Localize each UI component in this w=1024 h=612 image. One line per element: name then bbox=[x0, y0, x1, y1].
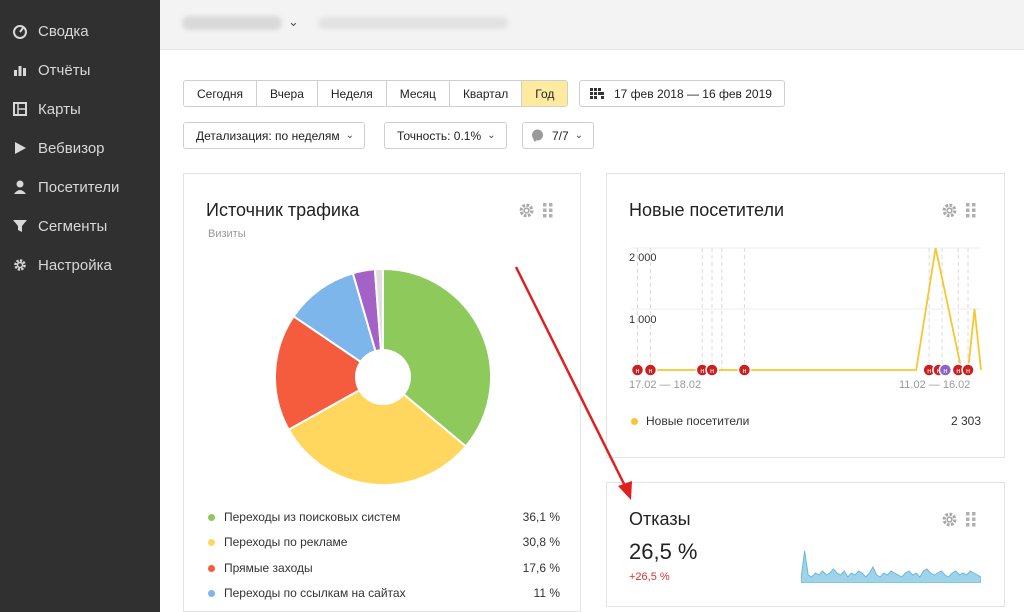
legend-dot bbox=[208, 589, 215, 597]
sidebar-item-visitors[interactable]: Посетители bbox=[0, 169, 160, 205]
legend-dot bbox=[208, 564, 215, 572]
chevron-down-icon[interactable]: ⌄ bbox=[288, 14, 299, 30]
event-marker-glyph: н bbox=[649, 368, 653, 375]
sparkline-area bbox=[801, 550, 981, 583]
accuracy-label: Точность: 0.1% bbox=[397, 128, 482, 143]
chevron-down-icon: ⌄ bbox=[574, 130, 584, 141]
date-range-label: 17 фев 2018 — 16 фев 2019 bbox=[614, 86, 772, 101]
legend-total: 2 303 bbox=[950, 414, 981, 428]
sidebar-item-maps[interactable]: Карты bbox=[0, 91, 160, 127]
filter-icon bbox=[0, 218, 38, 234]
legend-value: 30,8 % bbox=[522, 535, 560, 549]
sidebar-item-label: Отчёты bbox=[38, 61, 91, 79]
sidebar-item-label: Карты bbox=[38, 100, 81, 118]
top-bar: ⌄ bbox=[160, 0, 1024, 50]
gear-icon bbox=[0, 257, 38, 273]
sidebar: Сводка Отчёты Карты Вебвизор Посетители … bbox=[0, 0, 160, 612]
counter-selector[interactable] bbox=[182, 16, 282, 30]
legend-item: Переходы из поисковых систем 36,1 % bbox=[208, 510, 560, 524]
bar-chart-icon bbox=[0, 62, 38, 78]
legend-dot bbox=[631, 417, 638, 425]
sidebar-item-label: Сводка bbox=[38, 22, 89, 40]
sidebar-item-label: Настройка bbox=[38, 256, 112, 274]
period-selector: Сегодня Вчера Неделя Месяц Квартал Год bbox=[183, 80, 569, 107]
event-marker-glyph: н bbox=[956, 368, 960, 375]
legend-value: 11 % bbox=[533, 586, 560, 600]
sidebar-item-reports[interactable]: Отчёты bbox=[0, 52, 160, 88]
play-icon bbox=[0, 140, 38, 156]
detail-label: Детализация: по неделям bbox=[196, 128, 340, 143]
sidebar-item-webvisor[interactable]: Вебвизор bbox=[0, 130, 160, 166]
map-icon bbox=[0, 101, 38, 117]
traffic-pie-chart bbox=[274, 267, 492, 486]
legend-dot bbox=[208, 538, 215, 546]
user-icon bbox=[0, 179, 38, 195]
event-marker-glyph: н bbox=[927, 368, 931, 375]
segments-label: 7/7 bbox=[552, 128, 569, 143]
drag-handle-icon[interactable] bbox=[966, 512, 976, 527]
widget-title: Отказы bbox=[629, 509, 691, 529]
sidebar-item-label: Вебвизор bbox=[38, 139, 105, 157]
event-marker-glyph: н bbox=[700, 368, 704, 375]
detail-dropdown[interactable]: Детализация: по неделям ⌄ bbox=[183, 122, 366, 149]
period-year-button[interactable]: Год bbox=[522, 81, 568, 106]
period-month-button[interactable]: Месяц bbox=[386, 81, 450, 106]
chevron-down-icon: ⌄ bbox=[487, 130, 496, 141]
legend-label: Переходы по ссылкам на сайтах bbox=[224, 586, 406, 600]
comment-icon bbox=[532, 129, 543, 142]
x-range-end-label: 11.02 — 16.02 bbox=[899, 379, 971, 391]
x-range-start-label: 17.02 — 18.02 bbox=[629, 379, 702, 391]
event-marker-glyph: н bbox=[742, 368, 746, 375]
sidebar-item-segments[interactable]: Сегменты bbox=[0, 208, 160, 244]
period-yesterday-button[interactable]: Вчера bbox=[257, 81, 318, 106]
bounce-rate-widget: Отказы 26,5 % +26,5 % bbox=[606, 482, 1005, 607]
legend-item: Прямые заходы 17,6 % bbox=[208, 561, 560, 575]
event-marker-glyph: н bbox=[710, 368, 714, 375]
dashboard-icon bbox=[0, 23, 38, 39]
segments-dropdown[interactable]: 7/7 ⌄ bbox=[522, 122, 595, 149]
accuracy-dropdown[interactable]: Точность: 0.1% ⌄ bbox=[384, 122, 507, 149]
legend-label: Прямые заходы bbox=[224, 561, 313, 575]
bounce-rate-value: 26,5 % bbox=[629, 539, 698, 564]
date-range-picker[interactable]: 17 фев 2018 — 16 фев 2019 bbox=[579, 80, 785, 107]
legend-dot bbox=[208, 513, 215, 521]
legend-item: Переходы по ссылкам на сайтах 11 % bbox=[208, 586, 560, 600]
legend-value: 17,6 % bbox=[522, 561, 560, 575]
bounce-rate-delta: +26,5 % bbox=[629, 571, 670, 583]
legend-value: 36,1 % bbox=[522, 510, 560, 524]
legend-item: Переходы по рекламе 30,8 % bbox=[208, 535, 560, 549]
legend-item: Новые посетители 2 303 bbox=[631, 414, 981, 428]
chevron-down-icon: ⌄ bbox=[345, 130, 355, 141]
bounce-sparkline bbox=[801, 550, 981, 583]
legend-label: Переходы по рекламе bbox=[224, 535, 348, 549]
new-visitors-widget: Новые посетители 2 000 1 000 нннннннннн … bbox=[606, 173, 1005, 458]
event-marker-glyph: н bbox=[943, 368, 947, 375]
event-marker-glyph: н bbox=[966, 368, 970, 375]
sidebar-item-label: Сегменты bbox=[38, 217, 108, 235]
period-week-button[interactable]: Неделя bbox=[317, 81, 387, 106]
legend-label: Переходы из поисковых систем bbox=[224, 510, 401, 524]
counter-url bbox=[318, 17, 508, 29]
sidebar-item-summary[interactable]: Сводка bbox=[0, 13, 160, 49]
gear-icon[interactable] bbox=[941, 511, 958, 528]
calendar-icon bbox=[590, 87, 604, 99]
traffic-source-widget: Источник трафика Визиты Переходы из поис… bbox=[183, 173, 581, 612]
period-quarter-button[interactable]: Квартал bbox=[449, 81, 523, 106]
period-today-button[interactable]: Сегодня bbox=[184, 81, 257, 106]
legend-label: Новые посетители bbox=[646, 414, 750, 428]
event-marker-glyph: н bbox=[636, 368, 640, 375]
sidebar-item-label: Посетители bbox=[38, 178, 120, 196]
sidebar-item-settings[interactable]: Настройка bbox=[0, 247, 160, 283]
